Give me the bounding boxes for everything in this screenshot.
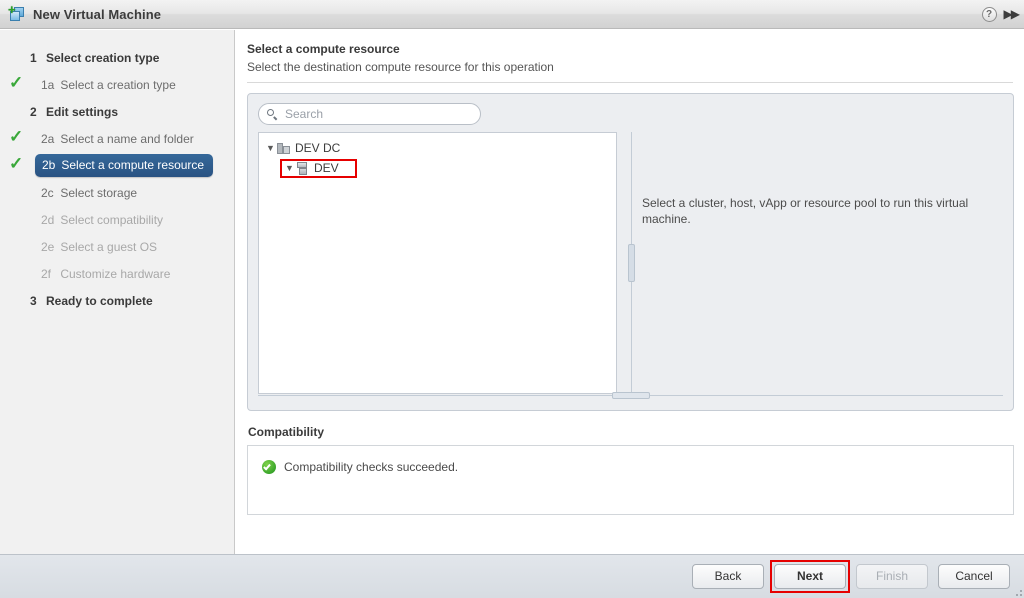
- search-icon: [267, 108, 278, 120]
- selection-description: Select a cluster, host, vApp or resource…: [642, 196, 969, 226]
- tree-item-dev-dc-label: DEV DC: [295, 141, 341, 155]
- vertical-splitter[interactable]: [626, 132, 637, 394]
- sidebar-item-1[interactable]: 1 Select creation type: [0, 44, 234, 71]
- header-divider: [247, 82, 1013, 83]
- cluster-icon: [296, 161, 309, 175]
- splitter-grip-handle[interactable]: [611, 392, 650, 399]
- splitter-grip-handle[interactable]: [628, 244, 635, 282]
- sidebar-item-3-label: 3 Ready to complete: [30, 293, 153, 308]
- tree-item-dev-dc[interactable]: ▼ DEV DC: [264, 138, 616, 158]
- cancel-button[interactable]: Cancel: [938, 564, 1010, 589]
- cancel-button-wrapper: Cancel: [938, 564, 1010, 589]
- sidebar-item-2f[interactable]: 2f Customize hardware: [0, 260, 234, 287]
- sidebar-item-2b-label: 2b Select a compute resource: [35, 154, 214, 177]
- window-resize-grip[interactable]: [1012, 586, 1022, 596]
- step-complete-check-icon: ✓: [9, 127, 24, 146]
- expand-triangle-icon[interactable]: ▼: [283, 163, 296, 173]
- window-title: New Virtual Machine: [33, 6, 162, 22]
- tree-item-dev-label: DEV: [314, 161, 339, 175]
- page-title: Select a compute resource: [247, 42, 400, 56]
- finish-button: Finish: [856, 564, 928, 589]
- titlebar-controls: ? ▶▶: [981, 6, 1021, 22]
- compatibility-heading: Compatibility: [248, 425, 325, 439]
- sidebar-item-1-label: 1 Select creation type: [30, 50, 160, 65]
- new-virtual-machine-icon: +: [8, 2, 26, 22]
- step-complete-check-icon: ✓: [9, 154, 24, 173]
- plus-badge-icon: +: [8, 2, 16, 17]
- sidebar-item-2a[interactable]: ✓ 2a Select a name and folder: [0, 125, 234, 152]
- sidebar-item-2c[interactable]: 2c Select storage: [0, 179, 234, 206]
- compute-resource-selector: Search ▼ DEV DC ▼ DEV Select a cluster, …: [247, 93, 1014, 411]
- search-placeholder: Search: [285, 107, 324, 121]
- inventory-tree[interactable]: ▼ DEV DC ▼ DEV: [258, 132, 617, 394]
- wizard-step-sidebar: 1 Select creation type ✓ 1a Select a crea…: [0, 30, 235, 554]
- window-titlebar: + New Virtual Machine ? ▶▶: [0, 0, 1024, 29]
- sidebar-item-1a-label: 1a Select a creation type: [41, 77, 176, 92]
- sidebar-item-1a[interactable]: ✓ 1a Select a creation type: [0, 71, 234, 98]
- next-button[interactable]: Next: [774, 564, 846, 589]
- sidebar-item-2f-label: 2f Customize hardware: [41, 266, 171, 281]
- sidebar-item-2e-label: 2e Select a guest OS: [41, 239, 158, 254]
- sidebar-item-3[interactable]: 3 Ready to complete: [0, 287, 234, 314]
- sidebar-item-2d[interactable]: 2d Select compatibility: [0, 206, 234, 233]
- success-check-icon: [262, 460, 276, 474]
- compatibility-status-text: Compatibility checks succeeded.: [284, 460, 459, 474]
- back-button[interactable]: Back: [692, 564, 764, 589]
- back-button-wrapper: Back: [692, 564, 764, 589]
- datacenter-icon: [277, 142, 290, 155]
- tree-item-dev[interactable]: ▼ DEV: [264, 158, 616, 178]
- sidebar-item-2a-label: 2a Select a name and folder: [41, 131, 194, 146]
- sidebar-item-2d-label: 2d Select compatibility: [41, 212, 164, 227]
- sidebar-item-2b[interactable]: ✓ 2b Select a compute resource: [0, 152, 234, 179]
- collapse-chevron-icon[interactable]: ▶▶: [1004, 8, 1021, 20]
- expand-triangle-icon[interactable]: ▼: [264, 143, 277, 153]
- next-button-wrapper: Next: [770, 560, 850, 593]
- main-content-pane: Select a compute resource Select the des…: [236, 30, 1024, 554]
- horizontal-splitter[interactable]: [248, 392, 1013, 400]
- page-subtitle: Select the destination compute resource …: [247, 60, 554, 74]
- sidebar-item-2-label: 2 Edit settings: [30, 104, 119, 119]
- sidebar-item-2e[interactable]: 2e Select a guest OS: [0, 233, 234, 260]
- sidebar-item-2c-label: 2c Select storage: [41, 185, 138, 200]
- search-field-wrapper[interactable]: Search: [258, 103, 481, 125]
- search-input[interactable]: Search: [258, 103, 481, 125]
- wizard-footer: Back Next Finish Cancel: [0, 554, 1024, 598]
- help-icon[interactable]: ?: [981, 6, 997, 22]
- sidebar-item-2[interactable]: 2 Edit settings: [0, 98, 234, 125]
- step-complete-check-icon: ✓: [9, 73, 24, 92]
- compatibility-panel: Compatibility checks succeeded.: [247, 445, 1014, 515]
- finish-button-wrapper: Finish: [856, 564, 928, 589]
